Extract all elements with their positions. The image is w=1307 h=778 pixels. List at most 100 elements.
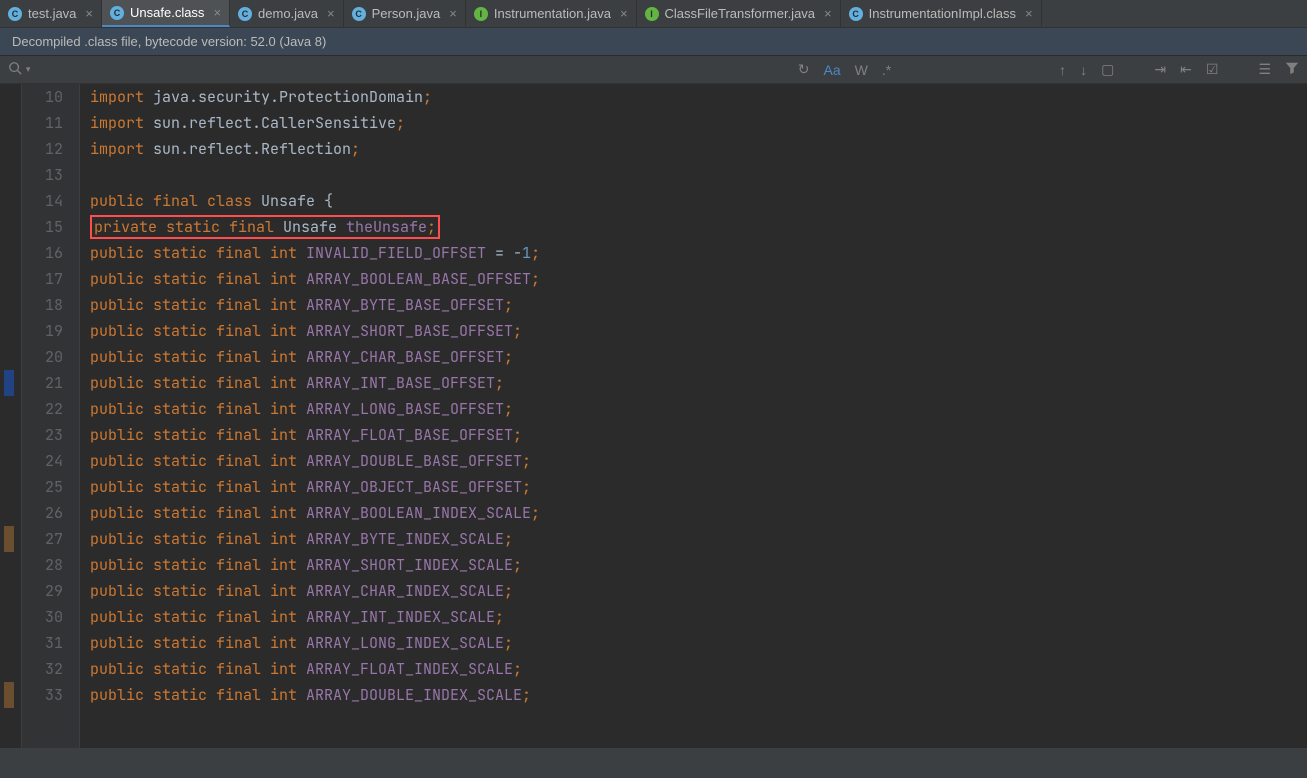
close-icon[interactable]: × [213,5,221,20]
check-icon[interactable]: ☑ [1206,61,1219,78]
line-number: 13 [22,162,63,188]
export-icon[interactable]: ▢ [1101,61,1114,78]
line-number: 32 [22,656,63,682]
code-line[interactable]: import sun.reflect.CallerSensitive; [90,110,1307,136]
code-line[interactable]: public static final int ARRAY_FLOAT_INDE… [90,656,1307,682]
tab-Instrumentation-java[interactable]: I Instrumentation.java × [466,0,637,27]
tab-label: Person.java [372,6,441,21]
code-line[interactable]: public static final int ARRAY_BOOLEAN_BA… [90,266,1307,292]
code-editor[interactable]: 1011121314151617181920212223242526272829… [0,84,1307,748]
code-line[interactable]: public static final int ARRAY_INT_BASE_O… [90,370,1307,396]
code-line[interactable]: import sun.reflect.Reflection; [90,136,1307,162]
line-number: 15 [22,214,63,240]
code-line[interactable]: public static final int ARRAY_SHORT_BASE… [90,318,1307,344]
line-number: 12 [22,136,63,162]
line-marker [4,370,14,396]
file-icon: C [8,7,22,21]
tab-ClassFileTransformer-java[interactable]: I ClassFileTransformer.java × [637,0,841,27]
close-icon[interactable]: × [620,6,628,21]
status-bar [0,748,1307,778]
code-line[interactable]: public static final int ARRAY_CHAR_INDEX… [90,578,1307,604]
code-line[interactable]: public static final int ARRAY_LONG_BASE_… [90,396,1307,422]
line-number: 16 [22,240,63,266]
left-margin [0,84,22,748]
inspect-icon[interactable]: ⇥ [1154,61,1166,78]
file-icon: C [110,6,124,20]
tab-label: Unsafe.class [130,5,204,20]
whole-word-button[interactable]: W [855,62,868,78]
file-icon: C [849,7,863,21]
line-number: 27 [22,526,63,552]
file-icon: I [645,7,659,21]
tabs-bar: Ctest.java × C Unsafe.class × Cdemo.java × C Per… [0,0,1307,28]
tab-test-java[interactable]: Ctest.java × [0,0,102,27]
line-number: 18 [22,292,63,318]
line-number: 26 [22,500,63,526]
highlighted-line: private static final Unsafe theUnsafe; [90,215,440,239]
line-number: 28 [22,552,63,578]
match-case-button[interactable]: Aa [823,62,840,78]
code-area[interactable]: import java.security.ProtectionDomain;im… [80,84,1307,748]
settings-icon[interactable]: ☰ [1258,61,1271,78]
search-icon[interactable]: ▾ [8,61,30,78]
line-number: 29 [22,578,63,604]
line-marker [4,682,14,708]
tab-demo-java[interactable]: Cdemo.java × [230,0,344,27]
close-icon[interactable]: × [85,6,93,21]
line-number: 17 [22,266,63,292]
close-icon[interactable]: × [449,6,457,21]
file-icon: C [238,7,252,21]
regex-button[interactable]: .* [882,62,891,78]
code-line[interactable]: public static final int ARRAY_SHORT_INDE… [90,552,1307,578]
code-line[interactable]: public final class Unsafe { [90,188,1307,214]
line-number: 30 [22,604,63,630]
code-line[interactable]: public static final int ARRAY_CHAR_BASE_… [90,344,1307,370]
code-line[interactable]: public static final int ARRAY_DOUBLE_IND… [90,682,1307,708]
file-icon: I [474,7,488,21]
line-number: 21 [22,370,63,396]
filter-icon[interactable] [1285,61,1299,78]
file-icon: C [352,7,366,21]
refresh-icon[interactable]: ↻ [798,61,810,78]
line-number: 22 [22,396,63,422]
line-number: 20 [22,344,63,370]
tab-Person-java[interactable]: C Person.java × [344,0,466,27]
close-icon[interactable]: × [824,6,832,21]
tab-InstrumentationImpl-class[interactable]: C InstrumentationImpl.class × [841,0,1042,27]
line-number: 33 [22,682,63,708]
arrow-down-icon[interactable]: ↓ [1080,62,1087,78]
code-line[interactable]: public static final int ARRAY_FLOAT_BASE… [90,422,1307,448]
code-line[interactable]: public static final int ARRAY_BOOLEAN_IN… [90,500,1307,526]
line-marker [4,526,14,552]
code-line[interactable]: public static final int ARRAY_LONG_INDEX… [90,630,1307,656]
code-line[interactable]: public static final int ARRAY_OBJECT_BAS… [90,474,1307,500]
info-bar: Decompiled .class file, bytecode version… [0,28,1307,56]
line-number: 11 [22,110,63,136]
line-number: 25 [22,474,63,500]
code-line[interactable]: public static final int ARRAY_BYTE_BASE_… [90,292,1307,318]
arrow-up-icon[interactable]: ↑ [1059,62,1066,78]
code-line[interactable]: import java.security.ProtectionDomain; [90,84,1307,110]
code-line[interactable]: public static final int ARRAY_DOUBLE_BAS… [90,448,1307,474]
code-line[interactable]: public static final int ARRAY_INT_INDEX_… [90,604,1307,630]
inspect2-icon[interactable]: ⇤ [1180,61,1192,78]
line-number: 23 [22,422,63,448]
line-number: 10 [22,84,63,110]
tab-label: Instrumentation.java [494,6,611,21]
line-number: 19 [22,318,63,344]
code-line[interactable]: public static final int ARRAY_BYTE_INDEX… [90,526,1307,552]
line-number: 24 [22,448,63,474]
close-icon[interactable]: × [327,6,335,21]
line-number: 14 [22,188,63,214]
close-icon[interactable]: × [1025,6,1033,21]
tab-Unsafe-class[interactable]: C Unsafe.class × [102,0,230,27]
code-line[interactable]: private static final Unsafe theUnsafe; [90,214,1307,240]
tab-label: ClassFileTransformer.java [665,6,816,21]
editor-toolbar: ▾ ↻ Aa W .* ↑ ↓ ▢ ⇥ ⇤ ☑ ☰ [0,56,1307,84]
code-line[interactable] [90,162,1307,188]
tab-label: demo.java [258,6,318,21]
tab-label: InstrumentationImpl.class [869,6,1016,21]
code-line[interactable]: public static final int INVALID_FIELD_OF… [90,240,1307,266]
line-numbers: 1011121314151617181920212223242526272829… [22,84,80,748]
tab-label: test.java [28,6,76,21]
